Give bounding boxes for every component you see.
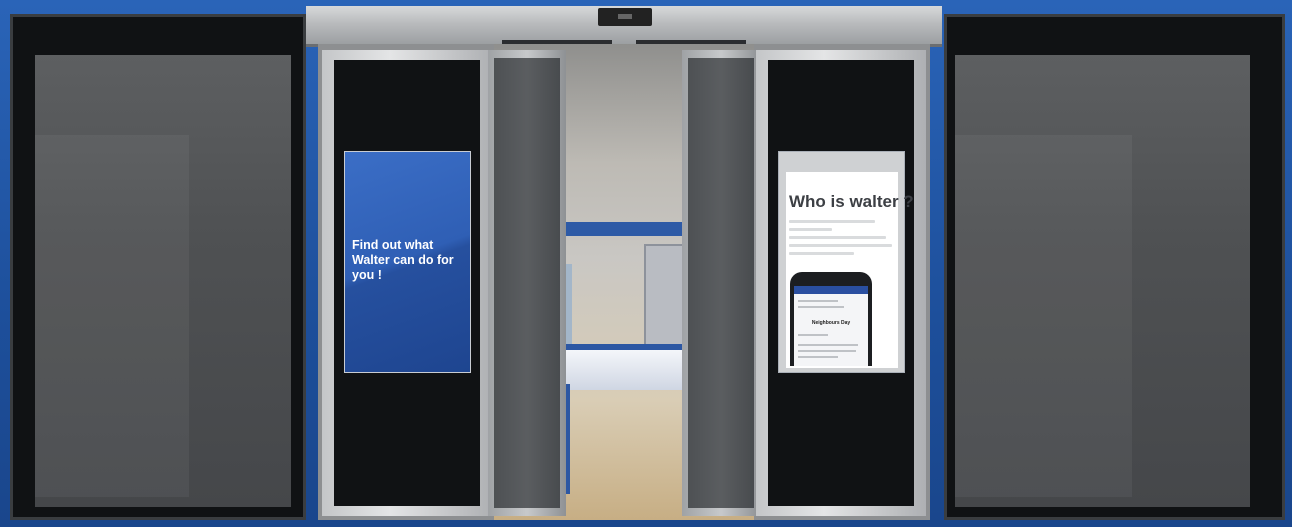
glass-reflection [35,135,189,497]
glass-reflection [955,135,1132,497]
door-sensor [598,8,652,26]
door-header-rail [306,6,942,47]
door-pane [494,58,560,508]
poster-headline: Find out what Walter can do for you ! [352,238,454,282]
poster-who-is-walter: Who is walter ? Neighbours Day [778,151,914,373]
storefront-scene: Find out what Walter can do for you ! Wh… [0,0,1292,527]
right-window-glass [955,55,1250,507]
poster-card: Who is walter ? Neighbours Day [786,172,914,368]
left-window-glass [35,55,291,507]
phone-event-title: Neighbours Day [811,320,851,326]
phone-screen: Neighbours Day [794,286,868,366]
poster-title: Who is walter ? [789,192,914,211]
left-window-panel [10,14,306,520]
poster-body-text [789,220,897,260]
door-pane [688,58,754,508]
poster-walter-promo: Find out what Walter can do for you ! [344,151,471,373]
phone-mockup: Neighbours Day [790,272,872,366]
right-window-panel [944,14,1285,520]
door-leaf-left-inner [488,50,566,516]
phone-app-bar [794,286,868,294]
sensor-lens [618,14,632,19]
door-leaf-right-inner [682,50,760,516]
